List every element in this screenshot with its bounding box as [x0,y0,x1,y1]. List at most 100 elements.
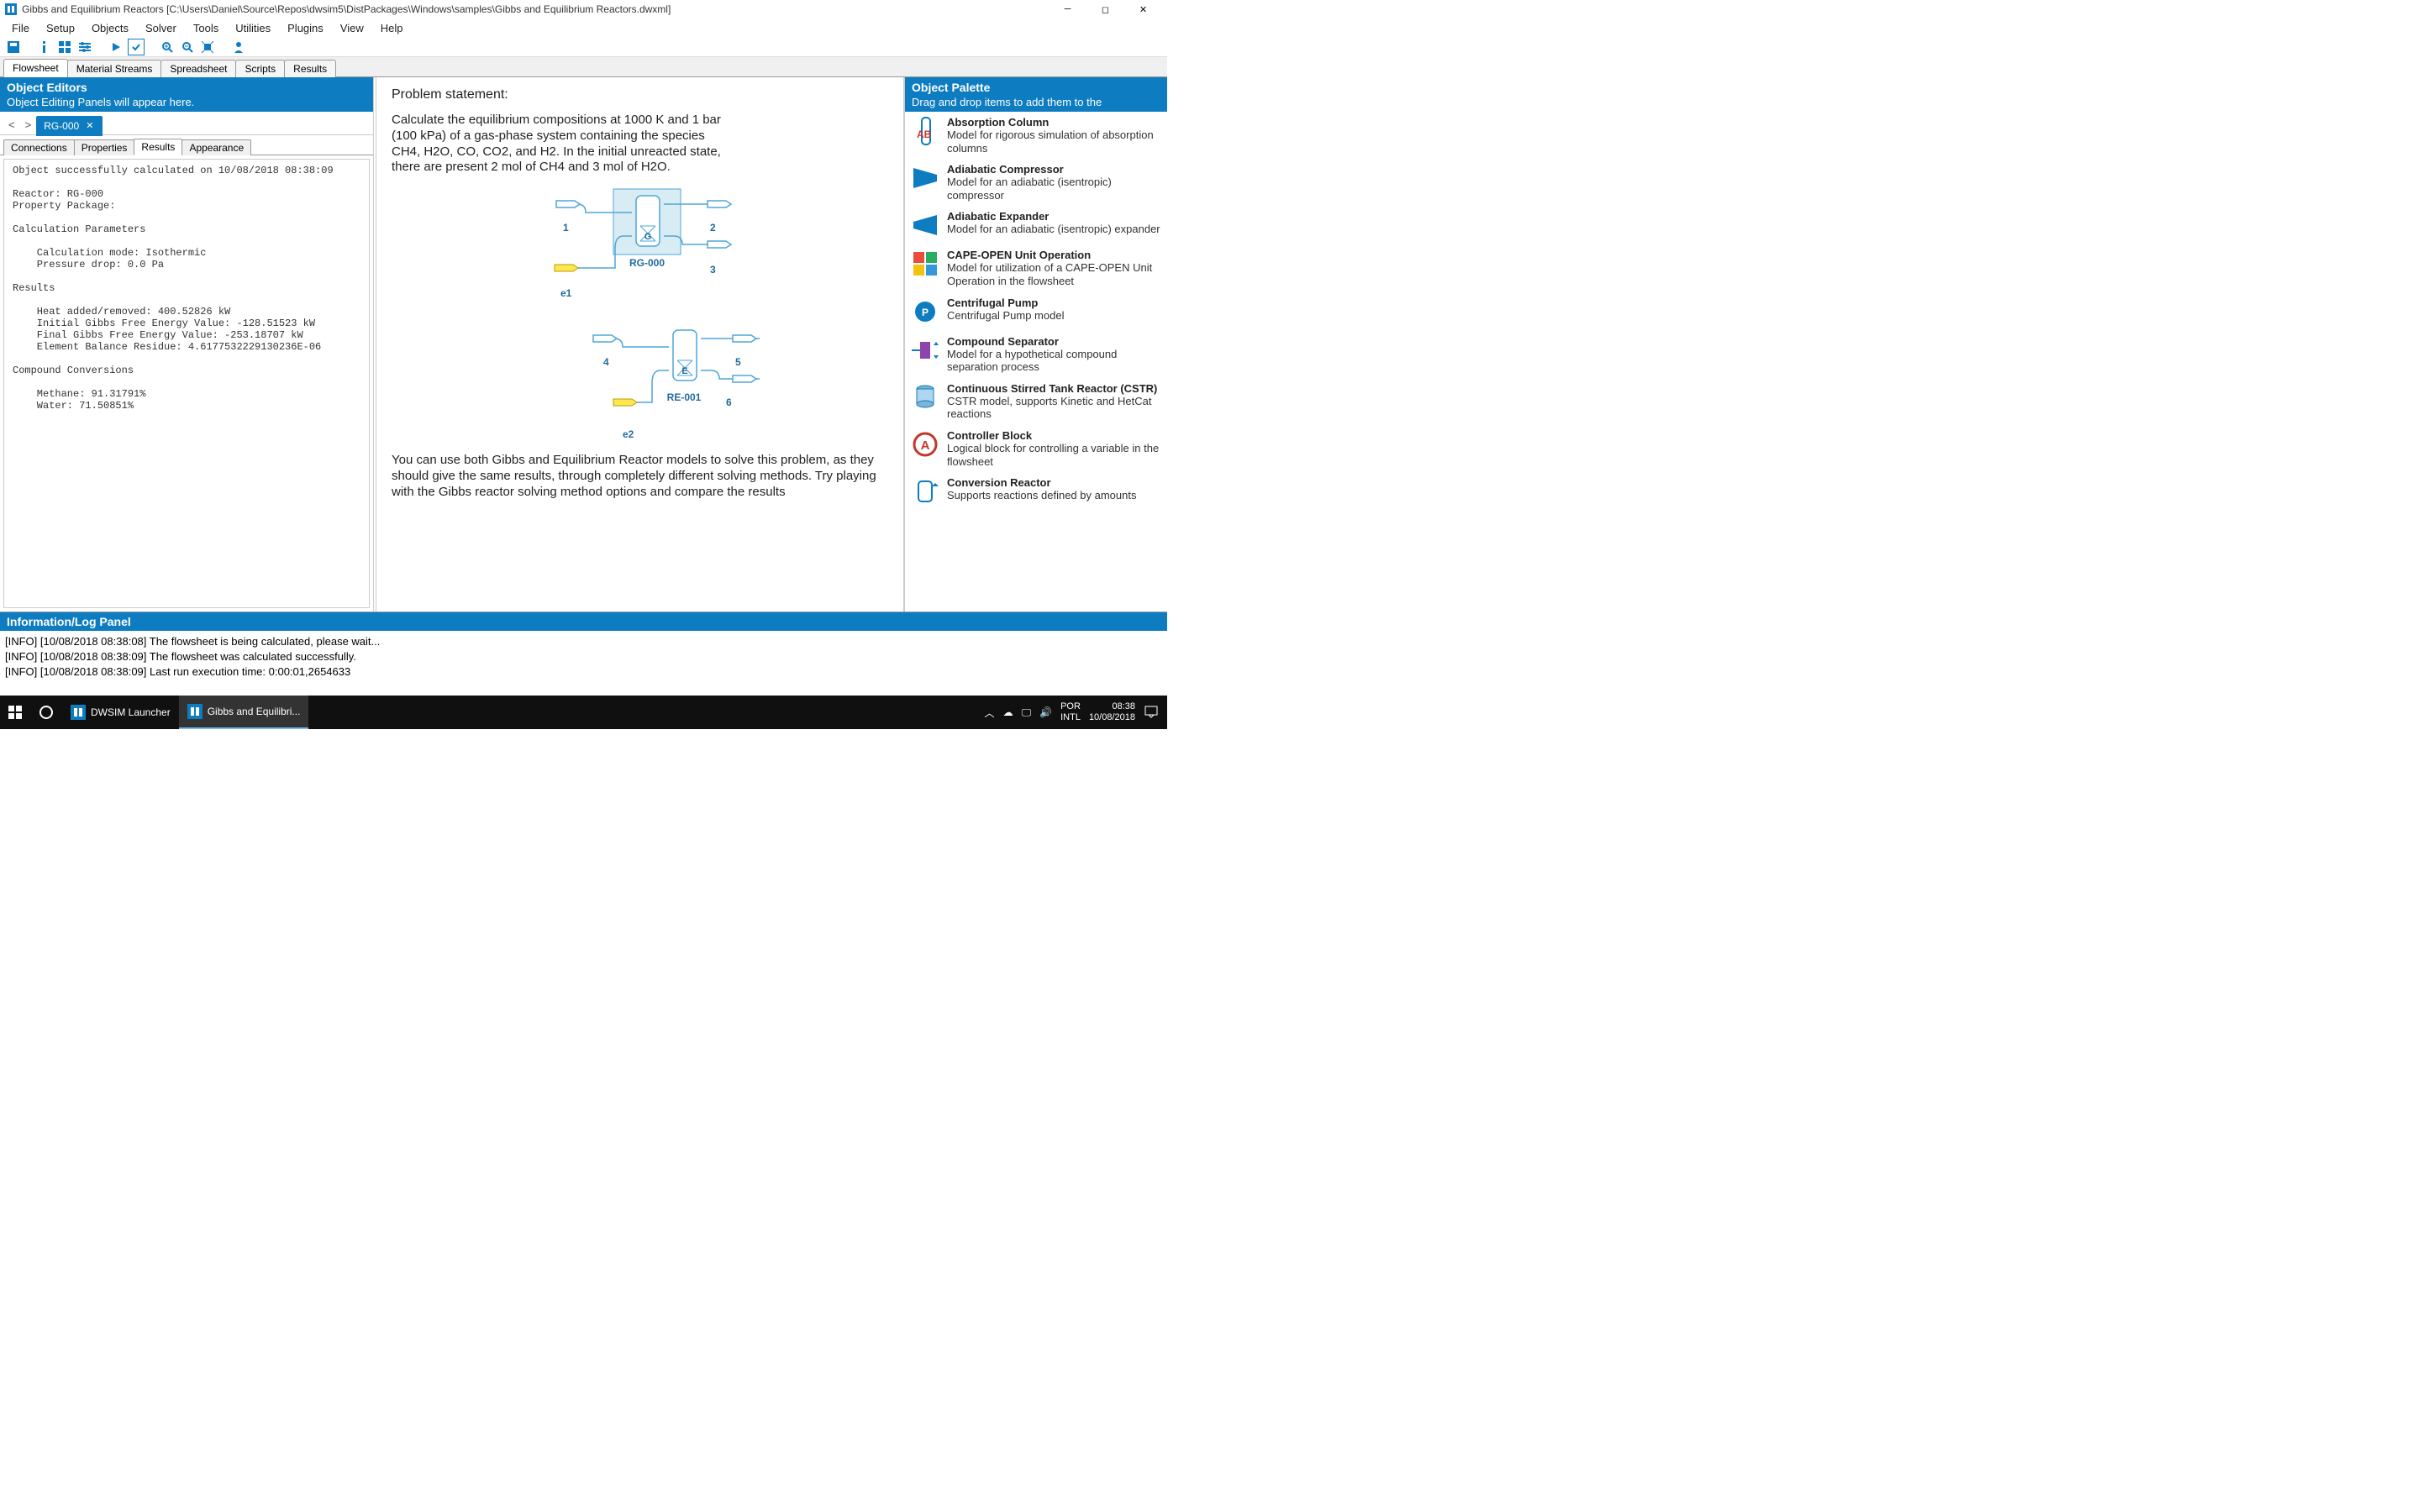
palette-item[interactable]: CAPE-OPEN Unit OperationModel for utiliz… [905,244,1167,291]
log-line: [INFO] [10/08/2018 08:38:09] The flowshe… [5,649,1162,664]
menu-utilities[interactable]: Utilities [227,20,279,36]
object-tab-rg000[interactable]: RG-000 ✕ [36,116,103,136]
palette-item[interactable]: Continuous Stirred Tank Reactor (CSTR)CS… [905,378,1167,425]
object-editors-panel: Object Editors Object Editing Panels wil… [0,77,376,612]
results-output[interactable]: Object successfully calculated on 10/08/… [3,159,370,608]
tray-volume-icon[interactable]: 🔊 [1039,706,1052,718]
palette-item[interactable]: PCentrifugal PumpCentrifugal Pump model [905,292,1167,331]
menu-setup[interactable]: Setup [38,20,83,36]
tab-material-streams[interactable]: Material Streams [67,60,162,77]
svg-text:P: P [922,307,929,318]
tray-lang[interactable]: POR INTL [1060,701,1081,723]
svg-text:RG-000: RG-000 [629,257,664,269]
palette-item-title: Absorption Column [947,116,1162,129]
taskbar-app-gibbs[interactable]: Gibbs and Equilibri... [179,696,309,729]
palette-item-desc: Model for rigorous simulation of absorpt… [947,129,1162,155]
palette-item-desc: Supports reactions defined by amounts [947,489,1162,502]
tray-chevron-icon[interactable]: ︿ [985,706,995,720]
log-panel: Information/Log Panel [INFO] [10/08/2018… [0,612,1167,685]
menu-tools[interactable]: Tools [185,20,227,36]
close-button[interactable]: ✕ [1124,0,1162,18]
tray-network-icon[interactable]: 🖵 [1022,706,1032,719]
tray-clock[interactable]: 08:38 10/08/2018 [1089,701,1135,723]
start-button[interactable] [0,696,30,729]
check-icon[interactable] [128,39,145,55]
tab-nav-next[interactable]: > [20,118,37,131]
zoom-out-icon[interactable] [179,39,196,55]
menu-file[interactable]: File [3,20,38,36]
fit-icon[interactable] [199,39,216,55]
save-icon[interactable] [5,39,22,55]
palette-item-title: Compound Separator [947,335,1162,348]
tab-scripts[interactable]: Scripts [235,60,285,77]
palette-item-icon [910,335,940,365]
palette-item-icon [910,210,940,240]
log-header: Information/Log Panel [0,612,1167,631]
problem-note: You can use both Gibbs and Equilibrium R… [392,453,888,500]
menu-objects[interactable]: Objects [83,20,137,36]
person-icon[interactable] [230,39,247,55]
palette-item-title: Adiabatic Compressor [947,163,1162,176]
menu-view[interactable]: View [332,20,372,36]
tab-flowsheet[interactable]: Flowsheet [3,59,68,77]
flowsheet-canvas[interactable]: Problem statement: Calculate the equilib… [376,77,903,612]
object-palette-panel: Object Palette Drag and drop items to ad… [903,77,1167,612]
minimize-button[interactable]: ─ [1049,0,1086,18]
subtab-appearance[interactable]: Appearance [182,139,251,155]
tray-notifications-icon[interactable] [1144,704,1159,722]
svg-text:3: 3 [710,264,716,276]
palette-item[interactable]: Conversion ReactorSupports reactions def… [905,472,1167,511]
palette-item[interactable]: AB Absorption ColumnModel for rigorous si… [905,112,1167,159]
taskbar: DWSIM Launcher Gibbs and Equilibri... ︿ … [0,696,1167,729]
info-icon[interactable] [36,39,53,55]
palette-item-title: Controller Block [947,429,1162,442]
document-tabs: Flowsheet Material Streams Spreadsheet S… [0,57,1167,77]
palette-item-icon [910,249,940,279]
subtab-connections[interactable]: Connections [3,139,75,155]
palette-item-title: Continuous Stirred Tank Reactor (CSTR) [947,382,1162,395]
palette-item-icon: AB [910,116,940,146]
palette-item[interactable]: AController BlockLogical block for contr… [905,425,1167,472]
svg-text:AB: AB [917,129,932,140]
problem-text: Calculate the equilibrium compositions a… [392,113,736,176]
palette-item[interactable]: Adiabatic CompressorModel for an adiabat… [905,159,1167,206]
svg-text:G: G [644,232,651,242]
palette-item-desc: Model for an adiabatic (isentropic) comp… [947,176,1162,202]
taskbar-app-dwsim-launcher[interactable]: DWSIM Launcher [62,696,179,729]
subtab-results[interactable]: Results [134,139,182,155]
maximize-button[interactable]: ◻ [1086,0,1124,18]
close-tab-icon[interactable]: ✕ [84,120,95,131]
cortana-button[interactable] [30,696,62,729]
palette-title: Object Palette [912,81,1160,94]
menu-plugins[interactable]: Plugins [279,20,332,36]
tray-onedrive-icon[interactable]: ☁ [1003,706,1013,718]
problem-title: Problem statement: [392,87,888,102]
palette-item[interactable]: Compound SeparatorModel for a hypothetic… [905,331,1167,378]
palette-item-title: Centrifugal Pump [947,297,1162,309]
svg-text:A: A [921,438,930,453]
palette-item[interactable]: Adiabatic ExpanderModel for an adiabatic… [905,206,1167,244]
tab-nav-prev[interactable]: < [3,118,20,131]
toolbar [0,37,1167,57]
subtab-properties[interactable]: Properties [74,139,135,155]
app-icon [5,3,17,15]
svg-text:6: 6 [726,396,732,408]
svg-text:5: 5 [735,356,741,368]
grid-icon[interactable] [56,39,73,55]
palette-item-title: Adiabatic Expander [947,210,1162,223]
menu-solver[interactable]: Solver [137,20,185,36]
menu-help[interactable]: Help [372,20,412,36]
palette-item-title: Conversion Reactor [947,476,1162,489]
svg-text:4: 4 [603,356,609,368]
log-body[interactable]: [INFO] [10/08/2018 08:38:08] The flowshe… [0,631,1167,685]
svg-text:RE-001: RE-001 [666,391,701,403]
sliders-icon[interactable] [76,39,93,55]
tab-spreadsheet[interactable]: Spreadsheet [160,60,236,77]
palette-item-icon: P [910,297,940,327]
system-tray: ︿ ☁ 🖵 🔊 POR INTL 08:38 10/08/2018 [976,701,1167,723]
play-icon[interactable] [108,39,124,55]
window-title: Gibbs and Equilibrium Reactors [C:\Users… [22,3,1049,15]
tab-results[interactable]: Results [284,60,336,77]
zoom-in-icon[interactable] [159,39,176,55]
palette-item-desc: Model for utilization of a CAPE-OPEN Uni… [947,261,1162,287]
